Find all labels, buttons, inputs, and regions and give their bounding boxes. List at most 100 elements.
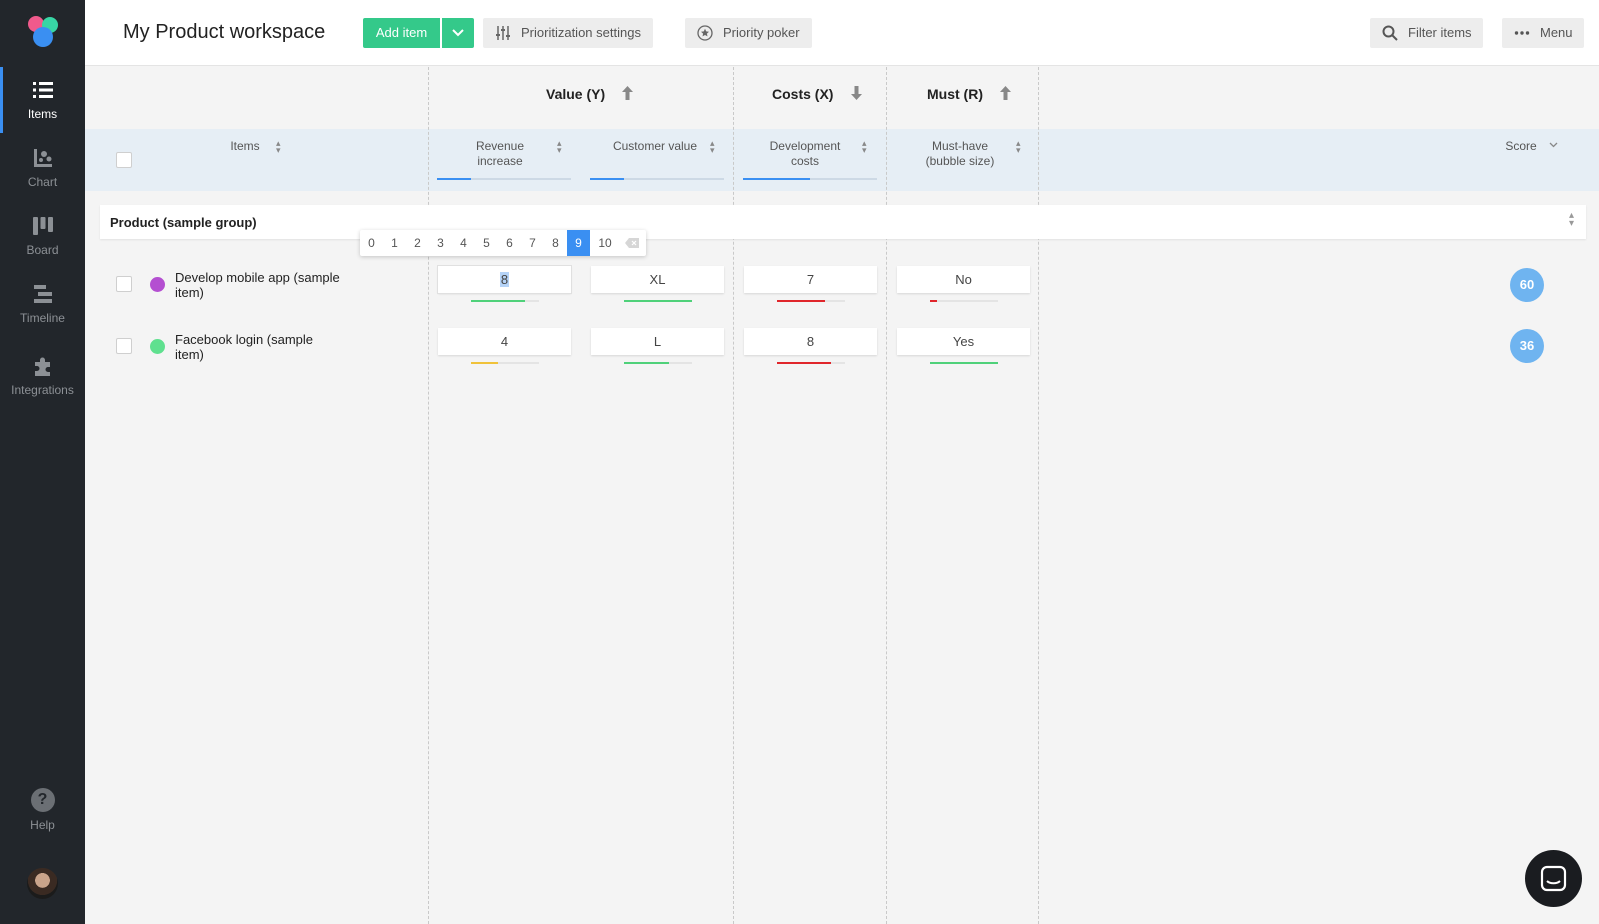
- picker-option-9[interactable]: 9: [567, 230, 590, 256]
- item-color-dot: [150, 277, 165, 292]
- sidebar-item-integrations[interactable]: Integrations: [0, 343, 85, 409]
- sliders-icon: [496, 26, 510, 40]
- picker-option-10[interactable]: 10: [590, 230, 620, 256]
- help-icon: ?: [30, 788, 55, 812]
- picker-option-7[interactable]: 7: [521, 230, 544, 256]
- chevron-down-icon: [452, 29, 464, 37]
- menu-button[interactable]: Menu: [1502, 18, 1584, 48]
- level-bar-fill: [930, 300, 937, 302]
- sort-icon[interactable]: ▴ ▾: [557, 139, 562, 155]
- column-header-must-have[interactable]: Must-have (bubble size): [905, 139, 1015, 169]
- level-bar: [624, 300, 692, 302]
- column-header-dev-costs[interactable]: Development costs: [755, 139, 855, 169]
- sidebar-item-label: Integrations: [11, 383, 74, 397]
- picker-option-6[interactable]: 6: [498, 230, 521, 256]
- picker-option-1[interactable]: 1: [383, 230, 406, 256]
- customer-value-input[interactable]: L: [591, 328, 724, 355]
- add-item-button[interactable]: Add item: [363, 18, 440, 48]
- sort-icon[interactable]: ▴ ▾: [862, 139, 867, 155]
- must-have-input[interactable]: No: [897, 266, 1030, 293]
- select-all-checkbox[interactable]: [116, 152, 132, 168]
- weight-bar-revenue: [437, 178, 571, 180]
- dev-costs-input[interactable]: 8: [744, 328, 877, 355]
- sidebar-item-timeline[interactable]: Timeline: [0, 271, 85, 337]
- item-name-line1: Facebook login (sample: [175, 332, 314, 347]
- picker-option-2[interactable]: 2: [406, 230, 429, 256]
- filter-items-button[interactable]: Filter items: [1370, 18, 1483, 48]
- score-badge: 36: [1510, 329, 1544, 363]
- picker-option-3[interactable]: 3: [429, 230, 452, 256]
- sidebar-item-chart[interactable]: Chart: [0, 135, 85, 201]
- sort-icon[interactable]: ▴ ▾: [710, 139, 715, 155]
- column-header-score[interactable]: Score: [1496, 139, 1546, 154]
- revenue-input[interactable]: 4: [438, 328, 571, 355]
- level-bar: [930, 300, 998, 302]
- prioritization-settings-button[interactable]: Prioritization settings: [483, 18, 653, 48]
- sort-icon[interactable]: ▴ ▾: [1016, 139, 1021, 155]
- arrow-down-icon[interactable]: [850, 85, 863, 101]
- sidebar-item-board[interactable]: Board: [0, 203, 85, 269]
- arrow-up-icon[interactable]: [999, 85, 1012, 101]
- picker-option-4[interactable]: 4: [452, 230, 475, 256]
- weight-bar-dev-costs: [743, 178, 877, 180]
- column-header-revenue-line2: increase: [477, 154, 523, 168]
- level-bar: [471, 300, 539, 302]
- item-name[interactable]: Develop mobile app (sample item): [175, 270, 355, 300]
- chart-icon: [33, 149, 52, 167]
- sort-icon[interactable]: ▴ ▾: [276, 139, 281, 155]
- weight-bar-fill: [590, 178, 624, 180]
- avatar[interactable]: [27, 868, 58, 899]
- app-logo[interactable]: [27, 16, 61, 50]
- customer-value-input[interactable]: XL: [591, 266, 724, 293]
- sidebar-item-label: Board: [26, 243, 59, 257]
- item-name-line1: Develop mobile app (sample: [175, 270, 340, 285]
- top-bar: My Product workspace Add item Prioritiza…: [85, 0, 1599, 66]
- backspace-icon[interactable]: [620, 230, 643, 256]
- level-bar-fill: [471, 300, 526, 302]
- item-name[interactable]: Facebook login (sample item): [175, 332, 355, 362]
- column-group-value[interactable]: Value (Y): [546, 86, 605, 102]
- weight-bar-fill: [437, 178, 471, 180]
- arrow-up-icon[interactable]: [621, 85, 634, 101]
- column-divider: [886, 67, 887, 924]
- chat-button[interactable]: [1525, 850, 1582, 907]
- picker-option-5[interactable]: 5: [475, 230, 498, 256]
- row-checkbox[interactable]: [116, 338, 132, 354]
- level-bar-fill: [777, 300, 825, 302]
- priority-poker-button[interactable]: Priority poker: [685, 18, 812, 48]
- sidebar-item-items[interactable]: Items: [0, 67, 85, 133]
- board-icon: [32, 217, 53, 235]
- collapse-icon[interactable]: ▴ ▾: [1569, 211, 1574, 229]
- column-header-must-have-line2: (bubble size): [925, 154, 995, 168]
- app: Items Chart Board Timeline Integrations: [0, 0, 1599, 924]
- must-have-input[interactable]: Yes: [897, 328, 1030, 355]
- column-header-revenue-line1: Revenue: [475, 139, 525, 153]
- page-title: My Product workspace: [123, 21, 326, 43]
- level-bar: [930, 362, 998, 364]
- picker-option-8[interactable]: 8: [544, 230, 567, 256]
- column-divider: [428, 67, 429, 924]
- add-item-dropdown-button[interactable]: [442, 18, 474, 48]
- revenue-input[interactable]: 8: [437, 265, 572, 294]
- column-header-revenue[interactable]: Revenue increase: [455, 139, 545, 169]
- sidebar-item-label: Timeline: [20, 311, 65, 325]
- column-header-customer-value[interactable]: Customer value: [600, 139, 710, 154]
- help-label: Help: [30, 818, 55, 832]
- level-bar-fill: [624, 300, 692, 302]
- chevron-down-icon[interactable]: [1549, 142, 1558, 148]
- level-bar-fill: [930, 362, 998, 364]
- row-checkbox[interactable]: [116, 276, 132, 292]
- column-divider: [733, 67, 734, 924]
- help-button[interactable]: ? Help: [0, 788, 85, 832]
- column-group-must[interactable]: Must (R): [927, 86, 983, 102]
- column-group-costs[interactable]: Costs (X): [772, 86, 833, 102]
- sidebar-item-label: Items: [27, 107, 58, 121]
- column-header-must-have-line1: Must-have: [931, 139, 989, 153]
- level-bar: [777, 300, 845, 302]
- list-icon: [32, 82, 53, 98]
- picker-option-0[interactable]: 0: [360, 230, 383, 256]
- group-row[interactable]: Product (sample group) ▴ ▾: [100, 205, 1586, 239]
- sidebar: Items Chart Board Timeline Integrations: [0, 0, 85, 924]
- column-header-items[interactable]: Items: [210, 139, 280, 154]
- dev-costs-input[interactable]: 7: [744, 266, 877, 293]
